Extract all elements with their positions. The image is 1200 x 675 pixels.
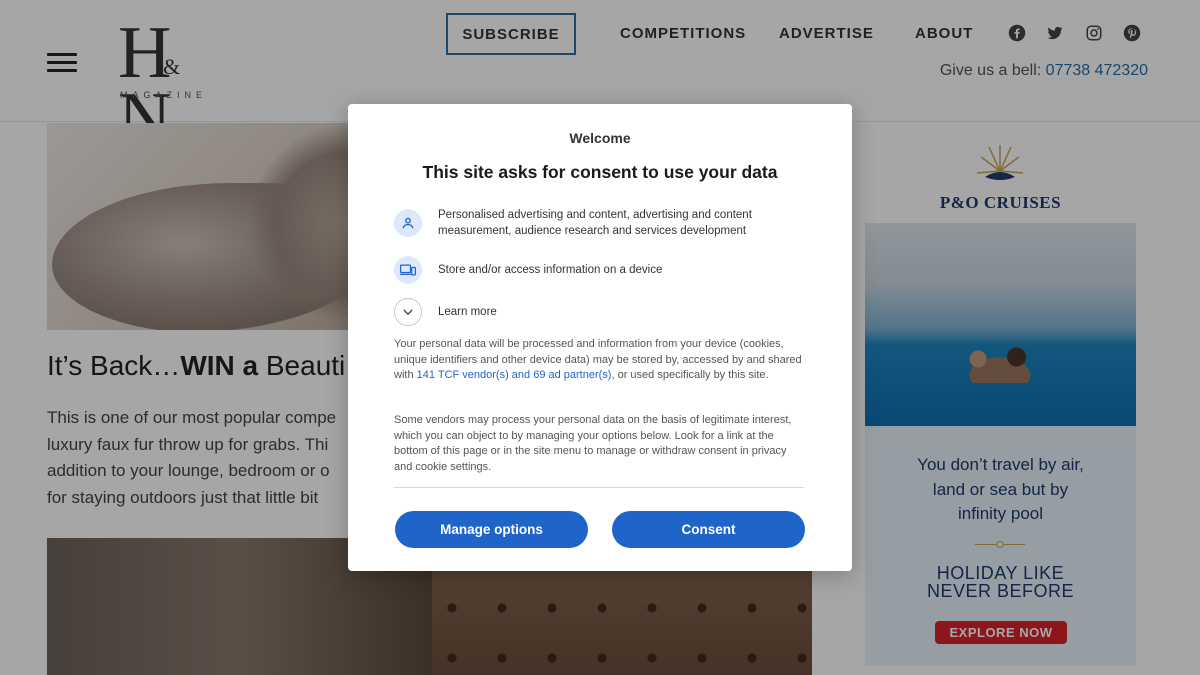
- manage-options-button[interactable]: Manage options: [395, 511, 588, 548]
- learn-more-link[interactable]: Learn more: [438, 304, 497, 320]
- chevron-down-icon[interactable]: [394, 298, 422, 326]
- purpose-store-access: Store and/or access information on a dev…: [394, 256, 662, 284]
- para-text: , or used specifically by this site.: [611, 369, 769, 382]
- purpose-line: measurement, audience research and servi…: [438, 225, 747, 237]
- purpose-line: Personalised advertising and content, ad…: [438, 209, 752, 221]
- purpose-text: Personalised advertising and content, ad…: [438, 207, 752, 239]
- consent-dialog: Welcome This site asks for consent to us…: [348, 104, 852, 571]
- devices-icon: [394, 256, 422, 284]
- purpose-personalised-advertising: Personalised advertising and content, ad…: [394, 207, 752, 239]
- dialog-title: This site asks for consent to use your d…: [422, 162, 778, 182]
- dialog-paragraph-legitimate-interest: Some vendors may process your personal d…: [394, 414, 792, 473]
- dialog-paragraph-data-processing: Your personal data will be processed and…: [394, 337, 804, 384]
- dialog-welcome: Welcome: [569, 130, 631, 146]
- purpose-text: Store and/or access information on a dev…: [438, 264, 663, 276]
- learn-more-row[interactable]: Learn more: [394, 298, 497, 326]
- dialog-divider: [394, 487, 804, 488]
- person-icon: [394, 209, 422, 237]
- vendors-link[interactable]: 141 TCF vendor(s) and 69 ad partner(s): [417, 369, 612, 381]
- consent-button[interactable]: Consent: [612, 511, 805, 548]
